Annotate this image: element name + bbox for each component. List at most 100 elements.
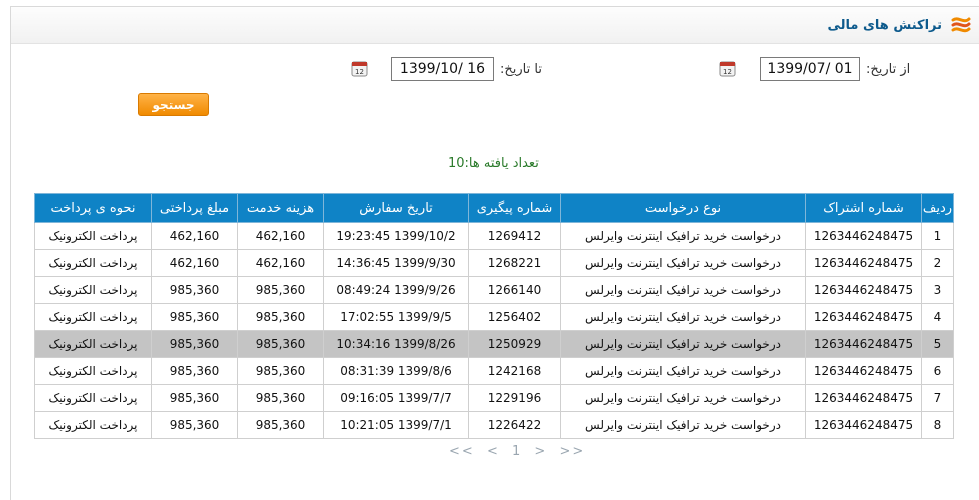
cell-tracking: 1226422 <box>468 411 561 439</box>
brand-logo-icon <box>951 17 971 33</box>
cell-amount-paid: 985,360 <box>151 411 238 439</box>
cell-request-type: درخواست خرید ترافیک اینترنت وایرلس <box>560 330 806 358</box>
col-header-subscription: شماره اشتراک <box>805 193 922 223</box>
cell-payment-method: پرداخت الکترونیک <box>34 249 152 277</box>
cell-row-number: 4 <box>921 303 954 331</box>
cell-payment-method: پرداخت الکترونیک <box>34 222 152 250</box>
cell-service-fee: 462,160 <box>237 249 324 277</box>
table-row[interactable]: 7 1263446248475 درخواست خرید ترافیک اینترن… <box>34 384 954 412</box>
cell-service-fee: 462,160 <box>237 222 324 250</box>
col-header-row-number: ردیف <box>921 193 954 223</box>
cell-tracking: 1266140 <box>468 276 561 304</box>
cell-tracking: 1256402 <box>468 303 561 331</box>
cell-subscription: 1263446248475 <box>805 222 922 250</box>
cell-order-date: 08:31:39 1399/8/6 <box>323 357 469 385</box>
cell-subscription: 1263446248475 <box>805 303 922 331</box>
cell-subscription: 1263446248475 <box>805 276 922 304</box>
cell-row-number: 7 <box>921 384 954 412</box>
cell-order-date: 10:21:05 1399/7/1 <box>323 411 469 439</box>
cell-subscription: 1263446248475 <box>805 411 922 439</box>
cell-request-type: درخواست خرید ترافیک اینترنت وایرلس <box>560 384 806 412</box>
cell-request-type: درخواست خرید ترافیک اینترنت وایرلس <box>560 303 806 331</box>
search-button[interactable]: جستجو <box>138 93 209 116</box>
page-title: تراکنش های مالی <box>827 18 943 33</box>
cell-order-date: 09:16:05 1399/7/7 <box>323 384 469 412</box>
to-calendar-icon[interactable]: 12 <box>351 60 368 77</box>
transactions-table: ردیف شماره اشتراک نوع درخواست شماره پیگی… <box>34 193 954 439</box>
col-header-order-date: تاریخ سفارش <box>323 193 469 223</box>
cell-service-fee: 985,360 <box>237 411 324 439</box>
cell-row-number: 8 <box>921 411 954 439</box>
cell-payment-method: پرداخت الکترونیک <box>34 411 152 439</box>
cell-tracking: 1242168 <box>468 357 561 385</box>
table-row[interactable]: 8 1263446248475 درخواست خرید ترافیک اینترن… <box>34 411 954 439</box>
cell-order-date: 19:23:45 1399/10/2 <box>323 222 469 250</box>
result-count: تعداد یافته ها:10 <box>448 156 539 171</box>
pagination: << < 1 > >> <box>446 444 588 459</box>
table-row[interactable]: 6 1263446248475 درخواست خرید ترافیک اینترن… <box>34 357 954 385</box>
cell-row-number: 2 <box>921 249 954 277</box>
cell-request-type: درخواست خرید ترافیک اینترنت وایرلس <box>560 222 806 250</box>
from-date-label: از تاریخ: <box>866 62 911 77</box>
cell-row-number: 5 <box>921 330 954 358</box>
table-header-row: ردیف شماره اشتراک نوع درخواست شماره پیگی… <box>34 193 954 223</box>
table-row[interactable]: 2 1263446248475 درخواست خرید ترافیک اینترن… <box>34 249 954 277</box>
cell-subscription: 1263446248475 <box>805 357 922 385</box>
cell-service-fee: 985,360 <box>237 384 324 412</box>
cell-request-type: درخواست خرید ترافیک اینترنت وایرلس <box>560 276 806 304</box>
cell-tracking: 1250929 <box>468 330 561 358</box>
cell-subscription: 1263446248475 <box>805 384 922 412</box>
cell-payment-method: پرداخت الکترونیک <box>34 357 152 385</box>
cell-request-type: درخواست خرید ترافیک اینترنت وایرلس <box>560 357 806 385</box>
cell-row-number: 3 <box>921 276 954 304</box>
cell-request-type: درخواست خرید ترافیک اینترنت وایرلس <box>560 249 806 277</box>
cell-payment-method: پرداخت الکترونیک <box>34 384 152 412</box>
pager-next[interactable]: > <box>534 444 547 459</box>
cell-amount-paid: 985,360 <box>151 303 238 331</box>
from-date-input[interactable] <box>760 57 860 81</box>
cell-order-date: 14:36:45 1399/9/30 <box>323 249 469 277</box>
col-header-payment-method: نحوه ی پرداخت <box>34 193 152 223</box>
panel-header: تراکنش های مالی <box>11 7 979 44</box>
cell-payment-method: پرداخت الکترونیک <box>34 303 152 331</box>
pager-last[interactable]: >> <box>559 444 585 459</box>
cell-amount-paid: 462,160 <box>151 249 238 277</box>
cell-service-fee: 985,360 <box>237 330 324 358</box>
cell-payment-method: پرداخت الکترونیک <box>34 276 152 304</box>
cell-service-fee: 985,360 <box>237 357 324 385</box>
cell-request-type: درخواست خرید ترافیک اینترنت وایرلس <box>560 411 806 439</box>
cell-payment-method: پرداخت الکترونیک <box>34 330 152 358</box>
cell-tracking: 1229196 <box>468 384 561 412</box>
cell-amount-paid: 985,360 <box>151 357 238 385</box>
col-header-request-type: نوع درخواست <box>560 193 806 223</box>
cell-amount-paid: 985,360 <box>151 276 238 304</box>
cell-amount-paid: 462,160 <box>151 222 238 250</box>
table-row[interactable]: 4 1263446248475 درخواست خرید ترافیک اینترن… <box>34 303 954 331</box>
col-header-amount-paid: مبلغ پرداختی <box>151 193 238 223</box>
cell-order-date: 10:34:16 1399/8/26 <box>323 330 469 358</box>
cell-order-date: 17:02:55 1399/9/5 <box>323 303 469 331</box>
cell-row-number: 1 <box>921 222 954 250</box>
svg-text:12: 12 <box>723 68 732 76</box>
col-header-service-fee: هزینه خدمت <box>237 193 324 223</box>
cell-tracking: 1269412 <box>468 222 561 250</box>
col-header-tracking: شماره پیگیری <box>468 193 561 223</box>
cell-order-date: 08:49:24 1399/9/26 <box>323 276 469 304</box>
from-calendar-icon[interactable]: 12 <box>719 60 736 77</box>
table-row[interactable]: 5 1263446248475 درخواست خرید ترافیک اینترن… <box>34 330 954 358</box>
cell-service-fee: 985,360 <box>237 276 324 304</box>
table-row[interactable]: 1 1263446248475 درخواست خرید ترافیک اینترن… <box>34 222 954 250</box>
cell-amount-paid: 985,360 <box>151 384 238 412</box>
pager-first[interactable]: << <box>449 444 475 459</box>
to-date-label: تا تاریخ: <box>500 62 542 77</box>
cell-tracking: 1268221 <box>468 249 561 277</box>
cell-row-number: 6 <box>921 357 954 385</box>
pager-prev[interactable]: < <box>487 444 500 459</box>
cell-amount-paid: 985,360 <box>151 330 238 358</box>
cell-service-fee: 985,360 <box>237 303 324 331</box>
to-date-input[interactable] <box>391 57 494 81</box>
cell-subscription: 1263446248475 <box>805 249 922 277</box>
table-row[interactable]: 3 1263446248475 درخواست خرید ترافیک اینترن… <box>34 276 954 304</box>
svg-text:12: 12 <box>355 68 364 76</box>
pager-current[interactable]: 1 <box>512 444 522 459</box>
